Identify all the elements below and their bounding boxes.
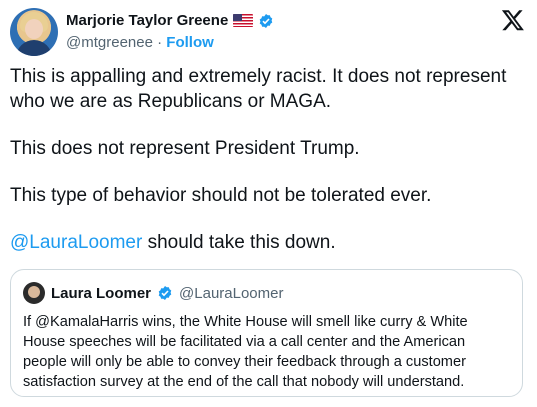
- tweet-paragraph: This is appalling and extremely racist. …: [10, 66, 507, 112]
- author-handle-line: @mtgreenee · Follow: [66, 34, 214, 51]
- quoted-tweet[interactable]: Laura Loomer @LauraLoomer If @KamalaHarr…: [10, 269, 523, 397]
- author-name-line: Marjorie Taylor Greene: [66, 12, 274, 29]
- tweet-paragraph: This does not represent President Trump.: [10, 138, 360, 159]
- quoted-author-handle[interactable]: @LauraLoomer: [179, 285, 283, 302]
- verified-badge-icon[interactable]: [157, 285, 173, 301]
- verified-badge-icon[interactable]: [258, 13, 274, 29]
- quoted-avatar[interactable]: [23, 282, 45, 304]
- tweet-paragraph: @LauraLoomer should take this down.: [10, 230, 523, 255]
- mention-link[interactable]: @LauraLoomer: [10, 232, 142, 253]
- us-flag-icon: [233, 14, 254, 27]
- tweet-paragraph: This type of behavior should not be tole…: [10, 185, 432, 206]
- separator: ·: [157, 34, 163, 51]
- x-logo-icon[interactable]: [501, 8, 525, 32]
- quoted-author-name[interactable]: Laura Loomer: [51, 285, 151, 302]
- avatar[interactable]: [10, 8, 58, 56]
- author-handle[interactable]: @mtgreenee: [66, 34, 153, 51]
- follow-button[interactable]: Follow: [166, 34, 214, 51]
- quoted-header: Laura Loomer @LauraLoomer: [23, 282, 283, 304]
- tweet-text-rest: should take this down.: [142, 232, 336, 253]
- tweet-body: This is appalling and extremely racist. …: [10, 64, 523, 277]
- author-name[interactable]: Marjorie Taylor Greene: [66, 12, 228, 29]
- tweet-header: Marjorie Taylor Greene @mtgreenee · Foll…: [10, 8, 527, 58]
- quoted-text: If @KamalaHarris wins, the White House w…: [23, 314, 468, 390]
